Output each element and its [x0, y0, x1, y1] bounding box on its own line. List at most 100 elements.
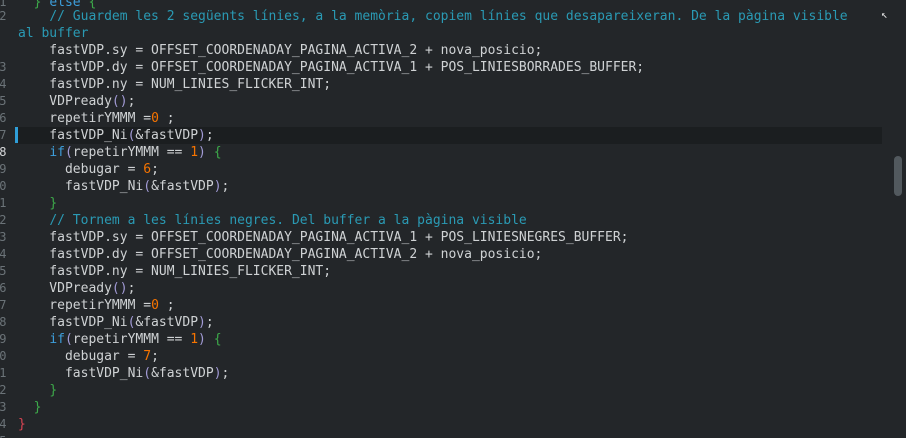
code-line[interactable]: fastVDP_Ni(&fastVDP); — [18, 365, 229, 382]
code-token-plain: fastVDP.sy = OFFSET_COORDENADAY_PAGINA_A… — [18, 230, 629, 245]
line-number: 85 — [0, 264, 7, 278]
code-token-num: 6 — [143, 162, 152, 177]
line-number: 91 — [0, 366, 7, 380]
line-number: 93 — [0, 400, 7, 414]
code-token-paren: () — [111, 94, 128, 109]
code-line[interactable]: fastVDP_Ni(&fastVDP); — [18, 314, 214, 331]
code-token-plain: fastVDP.ny = NUM_LINIES_FLICKER_INT; — [18, 264, 332, 279]
line-number: 73 — [0, 60, 7, 74]
code-line[interactable]: fastVDP.ny = NUM_LINIES_FLICKER_INT; — [18, 76, 331, 93]
code-token-plain: fastVDP.dy = OFFSET_COORDENADAY_PAGINA_A… — [18, 247, 543, 262]
code-line[interactable]: fastVDP.sy = OFFSET_COORDENADAY_PAGINA_A… — [18, 229, 628, 246]
code-token-plain: ; — [221, 179, 230, 194]
line-number: 83 — [0, 230, 7, 244]
code-token-paren: ( — [64, 332, 73, 347]
code-line[interactable]: } — [18, 195, 57, 212]
code-token-plain: ; — [158, 298, 175, 313]
code-line[interactable]: VDPready(); — [18, 93, 135, 110]
code-line[interactable]: fastVDP.ny = NUM_LINIES_FLICKER_INT; — [18, 263, 331, 280]
code-line[interactable]: fastVDP_Ni(&fastVDP); — [18, 178, 229, 195]
code-token-plain: fastVDP.dy = OFFSET_COORDENADAY_PAGINA_A… — [18, 60, 645, 75]
line-number: 72 — [0, 9, 7, 23]
code-token-plain: fastVDP_Ni — [18, 366, 144, 381]
line-number: 76 — [0, 111, 7, 125]
line-number: 80 — [0, 179, 7, 193]
line-number: 81 — [0, 196, 7, 210]
code-token-brace-red: } — [18, 417, 26, 432]
mouse-cursor-icon: ↖ — [881, 8, 888, 21]
code-token-plain: fastVDP_Ni — [18, 128, 128, 143]
code-token-plain: repetirYMMM = — [18, 298, 152, 313]
code-token-plain: ; — [221, 366, 230, 381]
code-line[interactable]: al buffer — [18, 25, 88, 42]
code-line[interactable]: } — [18, 416, 26, 433]
code-token-paren: ) — [198, 332, 206, 347]
line-number: 95 — [0, 433, 14, 438]
code-token-comment: // Tornem a les línies negres. Del buffe… — [49, 213, 527, 228]
code-token-plain: VDPready — [18, 281, 112, 296]
code-token-plain: ; — [205, 315, 214, 330]
line-number-gutter[interactable]: 7172737475767778798081828384858687888990… — [0, 0, 14, 438]
line-number: 75 — [0, 94, 7, 108]
line-number: 87 — [0, 298, 7, 312]
code-token-brace: { — [213, 145, 222, 160]
code-token-num: 1 — [190, 332, 199, 347]
code-token-plain: &fastVDP — [135, 128, 199, 143]
code-line[interactable]: repetirYMMM =0 ; — [18, 297, 175, 314]
code-line[interactable]: fastVDP.sy = OFFSET_COORDENADAY_PAGINA_A… — [18, 42, 542, 59]
code-line[interactable]: VDPready(); — [18, 280, 135, 297]
line-number: 79 — [0, 162, 7, 176]
code-line[interactable]: debugar = 6; — [18, 161, 159, 178]
code-line[interactable]: // Guardem les 2 següents línies, a la m… — [18, 8, 848, 25]
code-token-plain: debugar = — [18, 349, 144, 364]
line-number: 92 — [0, 383, 7, 397]
code-line[interactable]: debugar = 7; — [18, 348, 159, 365]
code-token-plain: ; — [158, 111, 175, 126]
code-line[interactable]: if(repetirYMMM == 1) { — [18, 144, 222, 161]
code-token-plain: fastVDP_Ni — [18, 179, 144, 194]
vertical-scrollbar[interactable] — [890, 0, 906, 438]
code-token-num: 1 — [190, 145, 199, 160]
code-line[interactable]: } — [18, 399, 42, 416]
code-line[interactable]: repetirYMMM =0 ; — [18, 110, 175, 127]
code-token-paren: ) — [213, 179, 222, 194]
line-number: 77 — [0, 128, 7, 142]
code-token-comment: // Guardem les 2 següents línies, a la m… — [49, 9, 848, 24]
code-token-plain: VDPready — [18, 94, 112, 109]
code-line[interactable]: if(repetirYMMM == 1) { — [18, 331, 221, 348]
code-token-plain: ; — [127, 94, 136, 109]
code-token-plain: &fastVDP — [135, 315, 199, 330]
code-line[interactable]: fastVDP.dy = OFFSET_COORDENADAY_PAGINA_A… — [18, 59, 644, 76]
code-token-brace: } — [33, 400, 42, 415]
line-number: 74 — [0, 77, 7, 91]
line-number: 89 — [0, 332, 7, 346]
code-text-area[interactable]: } else { // Guardem les 2 següents línie… — [18, 0, 882, 438]
code-token-paren: () — [111, 281, 128, 296]
scrollbar-thumb[interactable] — [894, 156, 902, 196]
line-number: 88 — [0, 315, 7, 329]
code-token-plain: fastVDP.ny = NUM_LINIES_FLICKER_INT; — [18, 77, 332, 92]
code-token-paren: ( — [64, 145, 73, 160]
code-token-plain: ; — [205, 128, 214, 143]
code-token-paren: ( — [143, 179, 152, 194]
code-line[interactable]: // Tornem a les línies negres. Del buffe… — [18, 212, 527, 229]
line-number: 84 — [0, 247, 7, 261]
code-token-num: 0 — [151, 111, 159, 126]
code-line-current[interactable]: fastVDP_Ni(&fastVDP); — [18, 127, 882, 144]
code-token-paren: ( — [143, 366, 152, 381]
code-token-plain: debugar = — [18, 162, 144, 177]
code-editor[interactable]: 7172737475767778798081828384858687888990… — [0, 0, 906, 438]
code-line[interactable]: fastVDP.dy = OFFSET_COORDENADAY_PAGINA_A… — [18, 246, 542, 263]
code-token-plain: ; — [127, 281, 136, 296]
code-line[interactable]: } — [18, 382, 57, 399]
line-number: 86 — [0, 281, 7, 295]
code-token-plain: &fastVDP — [151, 179, 214, 194]
code-token-num: 0 — [151, 298, 159, 313]
code-token-num: 7 — [143, 349, 152, 364]
